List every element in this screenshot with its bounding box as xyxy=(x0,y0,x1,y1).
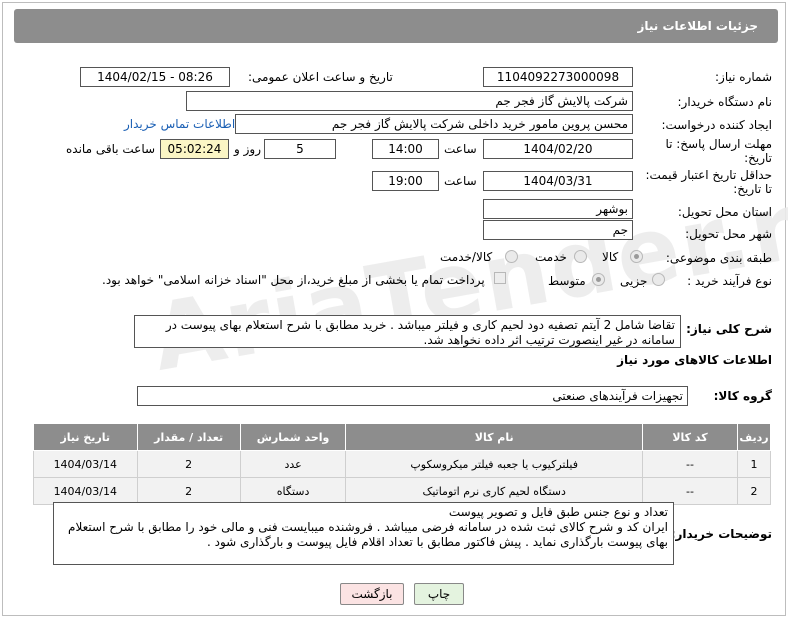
days-label: روز و xyxy=(234,142,261,156)
treasury-payment-note: پرداخت تمام یا بخشی از مبلغ خرید،از محل … xyxy=(102,273,485,287)
table-row[interactable]: 2 -- دستگاه لحیم کاری نرم اتوماتیک دستگا… xyxy=(33,477,771,505)
requester-label: ایجاد کننده درخواست: xyxy=(661,118,772,132)
announce-datetime-field[interactable]: 1404/02/15 - 08:26 xyxy=(80,67,230,87)
reply-time-field[interactable]: 14:00 xyxy=(372,139,439,159)
remaining-time-field: 05:02:24 xyxy=(160,139,229,159)
city-label: شهر محل تحویل: xyxy=(685,227,772,241)
validity-time-label: ساعت xyxy=(444,174,477,188)
reply-date-field[interactable]: 1404/02/20 xyxy=(483,139,633,159)
category-label: طبقه بندی موضوعی: xyxy=(665,251,772,265)
requester-field[interactable]: محسن پروین مامور خرید داخلی شرکت پالایش … xyxy=(235,114,633,134)
process-option-medium: متوسط xyxy=(548,274,586,288)
goods-group-label: گروه کالا: xyxy=(713,389,772,403)
category-option-goods: کالا xyxy=(602,250,619,264)
category-radio-service[interactable] xyxy=(574,250,587,263)
need-number-label: شماره نیاز: xyxy=(715,70,772,84)
cell-unit: عدد xyxy=(239,450,347,478)
announce-label: تاریخ و ساعت اعلان عمومی: xyxy=(248,70,393,84)
buyer-notes-textarea[interactable]: تعداد و نوع جنس طبق فایل و تصویر پیوست ا… xyxy=(53,502,674,565)
city-field[interactable]: جم xyxy=(483,220,633,240)
buyer-notes-line-1: تعداد و نوع جنس طبق فایل و تصویر پیوست xyxy=(448,505,668,519)
treasury-payment-checkbox[interactable] xyxy=(494,272,506,284)
buyer-notes-label: توضیحات خریدار: xyxy=(670,527,772,541)
col-header-quantity: تعداد / مقدار xyxy=(136,423,241,451)
reply-deadline-label-line1: مهلت ارسال پاسخ: تا xyxy=(665,137,772,151)
col-header-item-code: کد کالا xyxy=(641,423,739,451)
process-option-minor: جزیی xyxy=(620,274,648,288)
price-validity-label-line2: تا تاریخ: xyxy=(733,182,772,196)
validity-time-field[interactable]: 19:00 xyxy=(372,171,439,191)
reply-time-label: ساعت xyxy=(444,142,477,156)
goods-section-title: اطلاعات کالاهای مورد نیاز xyxy=(617,353,772,367)
buyer-contact-link[interactable]: اطلاعات تماس خریدار xyxy=(124,117,235,131)
cell-item-name: فیلترکیوب یا جعبه فیلتر میکروسکوپ xyxy=(345,450,643,478)
col-header-row-number: ردیف xyxy=(737,423,771,451)
province-field[interactable]: بوشهر xyxy=(483,199,633,219)
buyer-org-field[interactable]: شرکت پالایش گاز فجر جم xyxy=(186,91,633,111)
buyer-org-label: نام دستگاه خریدار: xyxy=(677,95,773,109)
process-radio-minor[interactable] xyxy=(652,273,665,286)
description-label: شرح کلی نیاز: xyxy=(686,322,772,336)
table-header-row: ردیف کد کالا نام کالا واحد شمارش تعداد /… xyxy=(33,423,771,451)
cell-row-number: 2 xyxy=(737,477,771,505)
days-field[interactable]: 5 xyxy=(264,139,336,159)
description-textarea[interactable]: تقاضا شامل 2 آیتم تصفیه دود لحیم کاری و … xyxy=(134,315,681,348)
cell-row-number: 1 xyxy=(737,450,771,478)
cell-quantity: 2 xyxy=(136,477,241,505)
page-header: جزئیات اطلاعات نیاز xyxy=(14,9,778,43)
print-button[interactable]: چاپ xyxy=(414,583,464,605)
cell-quantity: 2 xyxy=(136,450,241,478)
category-radio-goods[interactable] xyxy=(630,250,643,263)
back-button[interactable]: بازگشت xyxy=(340,583,404,605)
remaining-time-label: ساعت باقی مانده xyxy=(66,142,156,156)
col-header-need-date: تاریخ نیاز xyxy=(33,423,138,451)
cell-item-code: -- xyxy=(641,477,739,505)
category-option-service: خدمت xyxy=(535,250,567,264)
process-radio-medium[interactable] xyxy=(592,273,605,286)
need-number-field[interactable]: 1104092273000098 xyxy=(483,67,633,87)
goods-group-field[interactable]: تجهیزات فرآیندهای صنعتی xyxy=(137,386,688,406)
cell-need-date: 1404/03/14 xyxy=(33,450,138,478)
goods-table: ردیف کد کالا نام کالا واحد شمارش تعداد /… xyxy=(33,423,771,505)
cell-unit: دستگاه xyxy=(239,477,347,505)
province-label: استان محل تحویل: xyxy=(677,205,772,219)
category-option-goods-service: کالا/خدمت xyxy=(440,250,493,264)
reply-deadline-label-line2: تاریخ: xyxy=(744,151,772,165)
process-type-label: نوع فرآیند خرید : xyxy=(687,274,772,288)
table-row[interactable]: 1 -- فیلترکیوب یا جعبه فیلتر میکروسکوپ ع… xyxy=(33,450,771,478)
buyer-notes-line-2: ایران کد و شرح کالای ثبت شده در سامانه ف… xyxy=(68,520,668,549)
cell-item-name: دستگاه لحیم کاری نرم اتوماتیک xyxy=(345,477,643,505)
cell-item-code: -- xyxy=(641,450,739,478)
cell-need-date: 1404/03/14 xyxy=(33,477,138,505)
col-header-unit: واحد شمارش xyxy=(239,423,347,451)
col-header-item-name: نام کالا xyxy=(345,423,643,451)
validity-date-field[interactable]: 1404/03/31 xyxy=(483,171,633,191)
category-radio-goods-service[interactable] xyxy=(505,250,518,263)
page-title: جزئیات اطلاعات نیاز xyxy=(637,19,758,33)
price-validity-label-line1: حداقل تاریخ اعتبار قیمت: xyxy=(645,168,772,182)
